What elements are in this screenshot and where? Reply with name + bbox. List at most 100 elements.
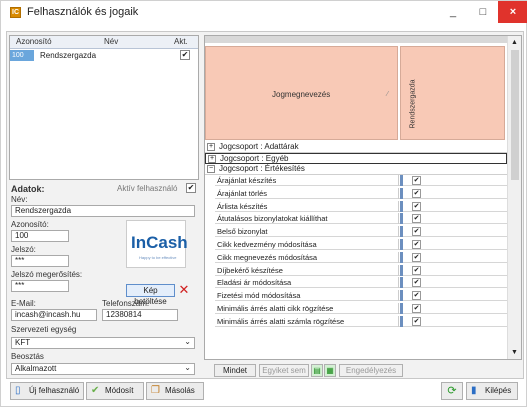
logo-subtitle: Happy to be effective — [139, 255, 177, 260]
cell-divider — [398, 226, 399, 238]
scroll-up-icon[interactable]: ▲ — [511, 39, 518, 46]
right-name: Díjbekérő készítése — [217, 265, 283, 275]
expand-icon[interactable]: + — [208, 155, 216, 163]
right-checkbox[interactable]: ✔ — [412, 291, 421, 301]
minimize-button[interactable]: _ — [438, 1, 468, 23]
right-row[interactable]: Fizetési mód módosítása ✔ — [215, 290, 507, 302]
copy-button[interactable]: ❐ Másolás — [146, 382, 204, 400]
password-field[interactable]: *** — [11, 255, 69, 267]
load-image-button[interactable]: Kép betöltése — [126, 284, 175, 306]
grid-top-strip — [205, 36, 507, 43]
right-row[interactable]: Cikk megnevezés módosítása ✔ — [215, 251, 507, 263]
copy-label: Másolás — [165, 386, 195, 395]
right-row[interactable]: Minimális árrés alatti cikk rögzítése ✔ — [215, 303, 507, 314]
refresh-icon[interactable]: ⟳ — [441, 382, 463, 400]
phone-label: Telefonszám: — [102, 299, 150, 308]
right-row[interactable]: Cikk kedvezmény módosítása ✔ — [215, 239, 507, 250]
right-checkbox[interactable]: ✔ — [412, 201, 421, 211]
close-button[interactable]: × — [498, 1, 527, 23]
cell-divider — [398, 251, 399, 263]
role-select-value: Alkalmazott — [15, 364, 57, 373]
delete-image-icon[interactable]: ✕ — [177, 283, 191, 297]
right-checkbox[interactable]: ✔ — [412, 252, 421, 262]
password-confirm-field[interactable]: *** — [11, 280, 69, 292]
chevron-down-icon: ⌄ — [184, 337, 191, 346]
right-checkbox[interactable]: ✔ — [412, 176, 421, 185]
right-row[interactable]: Belső bizonylat ✔ — [215, 226, 507, 238]
header-active[interactable]: Akt. — [174, 37, 188, 46]
role-column-label: Rendszergazda — [409, 79, 417, 129]
right-checkbox[interactable]: ✔ — [412, 304, 421, 313]
new-user-button[interactable]: ▯ Új felhasználó — [10, 382, 84, 400]
org-select[interactable]: KFT ⌄ — [11, 337, 195, 349]
right-checkbox[interactable]: ✔ — [412, 188, 421, 198]
user-id-cell: 100 — [10, 50, 34, 61]
right-name: Cikk megnevezés módosítása — [217, 252, 318, 262]
name-field[interactable]: Rendszergazda — [11, 205, 195, 217]
group-label: Jogcsoport : Értékesítés — [219, 164, 305, 173]
right-checkbox[interactable]: ✔ — [412, 316, 421, 326]
copy-icon: ❐ — [151, 385, 160, 396]
expand-icon[interactable]: + — [207, 143, 215, 151]
select-none-button[interactable]: Egyiket sem — [259, 364, 309, 377]
cell-divider — [398, 200, 399, 212]
right-checkbox[interactable]: ✔ — [412, 240, 421, 249]
modify-button[interactable]: ✔ Módosít — [86, 382, 144, 400]
right-row[interactable]: Eladási ár módosítása ✔ — [215, 277, 507, 289]
allow-button[interactable]: Engedélyezés — [339, 364, 403, 377]
right-row[interactable]: Árlista készítés ✔ — [215, 200, 507, 212]
right-checkbox[interactable]: ✔ — [412, 227, 421, 237]
table-row[interactable]: 100 Rendszergazda ✔ — [10, 50, 198, 61]
scroll-down-icon[interactable]: ▼ — [511, 349, 518, 356]
client-area: Azonosító Név Akt. 100 Rendszergazda ✔ A… — [6, 31, 524, 379]
user-list[interactable]: Azonosító Név Akt. 100 Rendszergazda ✔ — [9, 35, 199, 180]
grid-scrollbar[interactable]: ▲ ▼ — [507, 36, 521, 359]
select-all-button[interactable]: Mindet — [214, 364, 256, 377]
column-marker — [400, 303, 403, 314]
cell-divider — [398, 239, 399, 250]
right-name: Minimális árrés alatti számla rögzítése — [217, 316, 345, 326]
user-name-cell: Rendszergazda — [40, 51, 97, 60]
right-checkbox[interactable]: ✔ — [412, 214, 421, 224]
right-name: Eladási ár módosítása — [217, 278, 292, 288]
chevron-down-icon: ⌄ — [184, 363, 191, 372]
cell-divider — [398, 290, 399, 302]
right-checkbox[interactable]: ✔ — [412, 278, 421, 288]
group-row-ertekesites[interactable]: − Jogcsoport : Értékesítés — [205, 164, 507, 175]
right-row[interactable]: Átutalásos bizonylatokat kiállíthat ✔ — [215, 213, 507, 225]
window: IC Felhasználók és jogaik _ □ × Azonosít… — [0, 0, 527, 407]
header-id[interactable]: Azonosító — [16, 37, 52, 46]
rights-name-header[interactable]: Jogmegnevezés ⁄ — [205, 46, 398, 140]
collapse-icon[interactable]: − — [207, 165, 215, 173]
rights-grid[interactable]: Jogmegnevezés ⁄ Rendszergazda + Jogcsopo… — [204, 35, 522, 360]
check-icon: ✔ — [91, 385, 100, 396]
maximize-button[interactable]: □ — [468, 1, 498, 23]
right-row[interactable]: Minimális árrés alatti számla rögzítése ✔ — [215, 315, 507, 327]
header-name[interactable]: Név — [104, 37, 118, 46]
active-user-label: Aktív felhasználó — [117, 184, 178, 193]
scrollbar-thumb[interactable] — [511, 50, 519, 180]
id-field[interactable]: 100 — [11, 230, 69, 242]
right-name: Fizetési mód módosítása — [217, 291, 301, 301]
group-row-adattarak[interactable]: + Jogcsoport : Adattárak — [205, 142, 507, 153]
user-active-checkbox[interactable]: ✔ — [180, 50, 190, 60]
role-column-header[interactable]: Rendszergazda — [400, 46, 505, 140]
sort-icon: ⁄ — [387, 91, 389, 98]
right-row[interactable]: Díjbekérő készítése ✔ — [215, 264, 507, 276]
exit-button[interactable]: ▮ Kilépés — [466, 382, 518, 400]
column-marker — [400, 226, 403, 238]
exit-label: Kilépés — [485, 386, 512, 395]
column-marker — [400, 277, 403, 289]
phone-field[interactable]: 12380814 — [102, 309, 178, 321]
right-checkbox[interactable]: ✔ — [412, 265, 421, 275]
group-row-egyeb[interactable]: + Jogcsoport : Egyéb — [205, 153, 507, 164]
group-label: Jogcsoport : Egyéb — [220, 154, 289, 163]
grid-table-icon[interactable]: ▦ — [324, 364, 336, 377]
role-select[interactable]: Alkalmazott ⌄ — [11, 363, 195, 375]
active-user-checkbox[interactable]: ✔ — [186, 183, 196, 193]
right-row[interactable]: Árajánlat készítés ✔ — [215, 175, 507, 186]
app-icon: IC — [10, 7, 21, 18]
grid-green-icon[interactable]: ▤ — [311, 364, 323, 377]
right-row[interactable]: Árajánlat törlés ✔ — [215, 187, 507, 199]
email-field[interactable]: incash@incash.hu — [11, 309, 97, 321]
